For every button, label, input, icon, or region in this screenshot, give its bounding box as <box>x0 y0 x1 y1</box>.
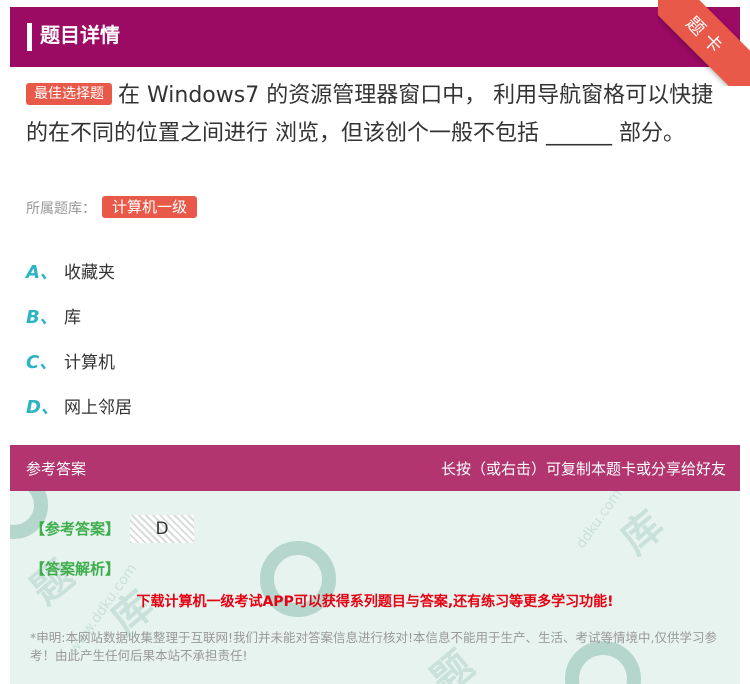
option-text: 网上邻居 <box>64 398 132 418</box>
answer-panel: 题 库 题 库 www.ddku.com ddku.com 【参考答案】 D 【… <box>10 491 740 684</box>
header-bar: 题目详情 <box>10 7 740 67</box>
ribbon-label: 题卡 <box>681 12 731 62</box>
answer-header: 参考答案 长按（或右击）可复制本题卡或分享给好友 <box>10 445 740 491</box>
option-letter: A、 <box>26 261 58 283</box>
option-b[interactable]: B、 库 <box>26 293 716 338</box>
question-text: 在 Windows7 的资源管理器窗口中， 利用导航窗格可以快捷的在不同的位置之… <box>26 83 714 146</box>
option-text: 计算机 <box>64 353 115 373</box>
option-letter: C、 <box>26 351 58 373</box>
title-accent-bar <box>27 23 32 51</box>
page-title: 题目详情 <box>40 23 120 47</box>
option-a[interactable]: A、 收藏夹 <box>26 248 716 293</box>
share-hint: 长按（或右击）可复制本题卡或分享给好友 <box>440 460 726 478</box>
option-c[interactable]: C、 计算机 <box>26 338 716 383</box>
answer-header-title: 参考答案 <box>26 460 87 478</box>
option-letter: D、 <box>26 396 59 418</box>
question-stem: 最佳选择题在 Windows7 的资源管理器窗口中， 利用导航窗格可以快捷的在不… <box>26 77 726 153</box>
option-text: 库 <box>64 308 81 328</box>
answer-value: D <box>130 515 194 543</box>
analysis-label: 【答案解析】 <box>30 560 121 578</box>
source-tag[interactable]: 计算机一级 <box>102 196 198 218</box>
option-text: 收藏夹 <box>64 263 115 283</box>
disclaimer: *申明:本网站数据收集整理于互联网!我们并未能对答案信息进行核对!本信息不能用于… <box>30 630 717 663</box>
download-app-link[interactable]: 下载计算机一级考试APP可以获得系列题目与答案,还有练习等更多学习功能! <box>10 591 740 611</box>
options-list: A、 收藏夹 B、 库 C、 计算机 D、 网上邻居 <box>26 248 716 428</box>
source-label: 所属题库： <box>26 201 96 217</box>
option-letter: B、 <box>26 306 58 328</box>
corner-ribbon: 题卡 <box>658 0 750 86</box>
option-d[interactable]: D、 网上邻居 <box>26 383 716 428</box>
question-source: 所属题库： 计算机一级 <box>26 196 203 221</box>
question-type-badge: 最佳选择题 <box>26 83 112 105</box>
answer-label: 【参考答案】 <box>30 520 121 538</box>
